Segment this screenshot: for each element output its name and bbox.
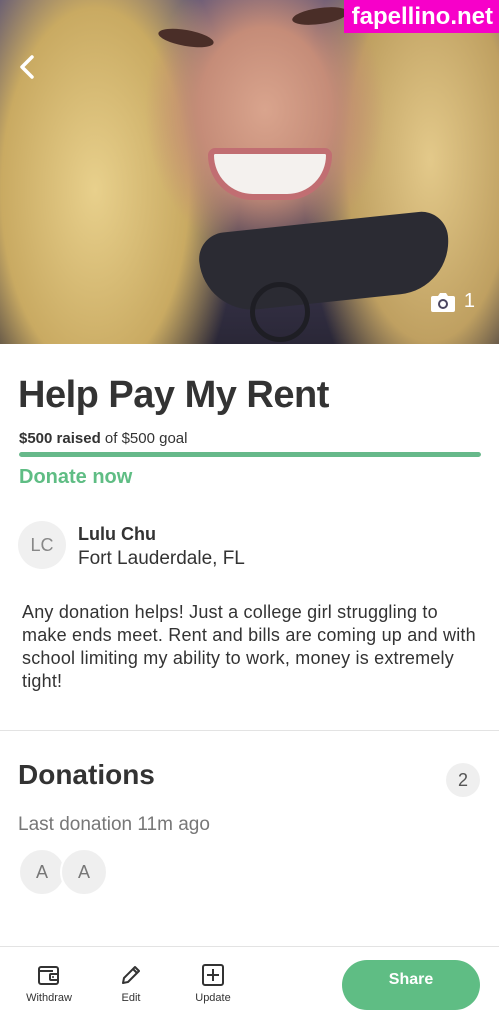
watermark: fapellino.net (343, 0, 499, 33)
last-donation-time: Last donation 11m ago (18, 814, 210, 835)
withdraw-button[interactable]: Withdraw (14, 964, 84, 1004)
donor-avatar[interactable]: A (60, 848, 108, 896)
edit-button[interactable]: Edit (96, 964, 166, 1004)
chevron-left-icon (20, 55, 34, 79)
update-button[interactable]: Update (178, 964, 248, 1004)
plus-square-icon (202, 964, 224, 986)
photo-detail (250, 282, 310, 342)
withdraw-label: Withdraw (26, 992, 72, 1004)
photo-detail (157, 25, 215, 51)
photo-detail (196, 209, 454, 315)
progress-bar-fill (19, 452, 481, 457)
photo-count[interactable]: 1 (430, 290, 475, 313)
raised-amount: $500 raised (19, 430, 101, 447)
toolbar-divider (0, 946, 499, 947)
campaign-story: Any donation helps! Just a college girl … (22, 602, 476, 691)
update-label: Update (195, 992, 231, 1004)
section-divider (0, 730, 499, 731)
amount-raised: $500 raised of $500 goal (19, 430, 187, 447)
donations-count-badge[interactable]: 2 (446, 763, 480, 797)
photo-detail (291, 4, 349, 28)
goal-text: of $500 goal (104, 430, 188, 447)
camera-icon (430, 292, 455, 312)
organizer-avatar[interactable]: LC (18, 521, 66, 569)
organizer-location: Fort Lauderdale, FL (78, 548, 245, 569)
edit-label: Edit (121, 992, 141, 1004)
donate-now-link[interactable]: Donate now (19, 466, 132, 489)
campaign-hero-photo[interactable]: 1 (0, 0, 499, 344)
donor-avatar[interactable]: A (18, 848, 66, 896)
photo-count-value: 1 (463, 290, 475, 312)
back-button[interactable] (10, 50, 44, 84)
pencil-icon (122, 966, 140, 984)
share-button[interactable]: Share (342, 960, 480, 1010)
photo-detail (208, 148, 332, 200)
donations-heading: Donations (18, 759, 155, 790)
organizer-name[interactable]: Lulu Chu (78, 524, 156, 545)
progress-bar (19, 452, 481, 457)
campaign-title: Help Pay My Rent (18, 374, 329, 416)
wallet-icon (38, 966, 59, 985)
